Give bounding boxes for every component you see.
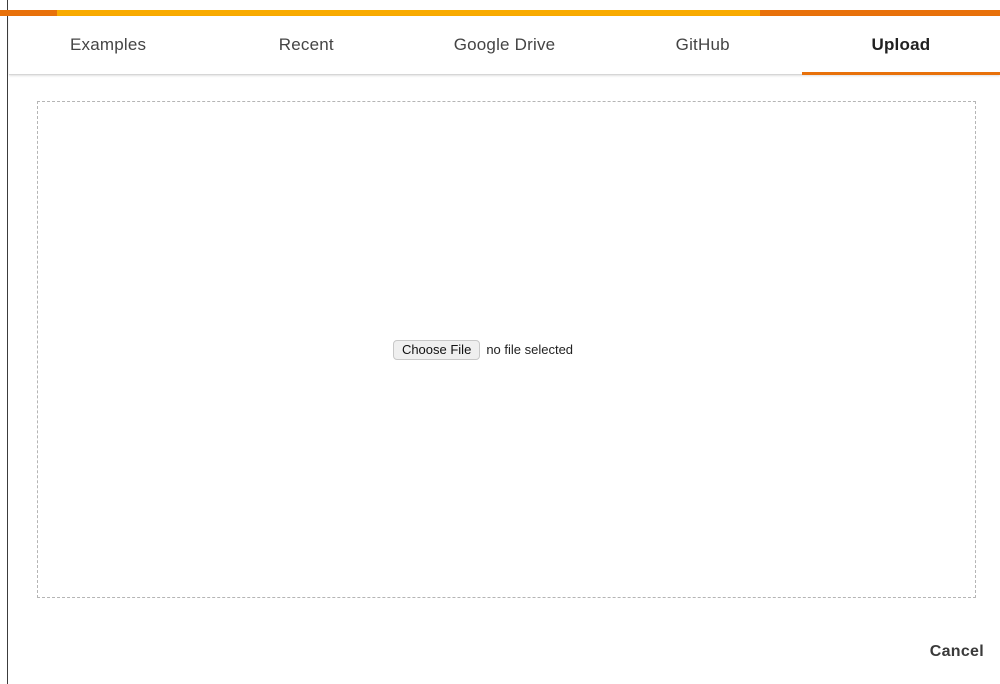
tab-bar: Examples Recent Google Drive GitHub Uplo…: [9, 16, 1000, 75]
window-left-edge: [0, 0, 8, 684]
upload-dropzone[interactable]: Choose File no file selected: [37, 101, 976, 598]
file-status-text: no file selected: [486, 342, 574, 357]
open-notebook-dialog: Examples Recent Google Drive GitHub Uplo…: [0, 0, 1000, 684]
tab-github[interactable]: GitHub: [604, 16, 802, 74]
tab-upload[interactable]: Upload: [801, 16, 1000, 75]
file-picker: Choose File no file selected: [392, 339, 574, 360]
tab-label: Upload: [871, 35, 931, 54]
choose-file-button[interactable]: Choose File: [392, 339, 481, 360]
cancel-button[interactable]: Cancel: [930, 643, 984, 661]
tab-label: GitHub: [675, 35, 730, 54]
tab-label: Google Drive: [453, 35, 556, 54]
tab-google-drive[interactable]: Google Drive: [405, 16, 603, 74]
tab-label: Examples: [69, 35, 147, 54]
tab-label: Recent: [278, 35, 334, 54]
tab-examples[interactable]: Examples: [9, 16, 207, 74]
tab-recent[interactable]: Recent: [207, 16, 405, 74]
